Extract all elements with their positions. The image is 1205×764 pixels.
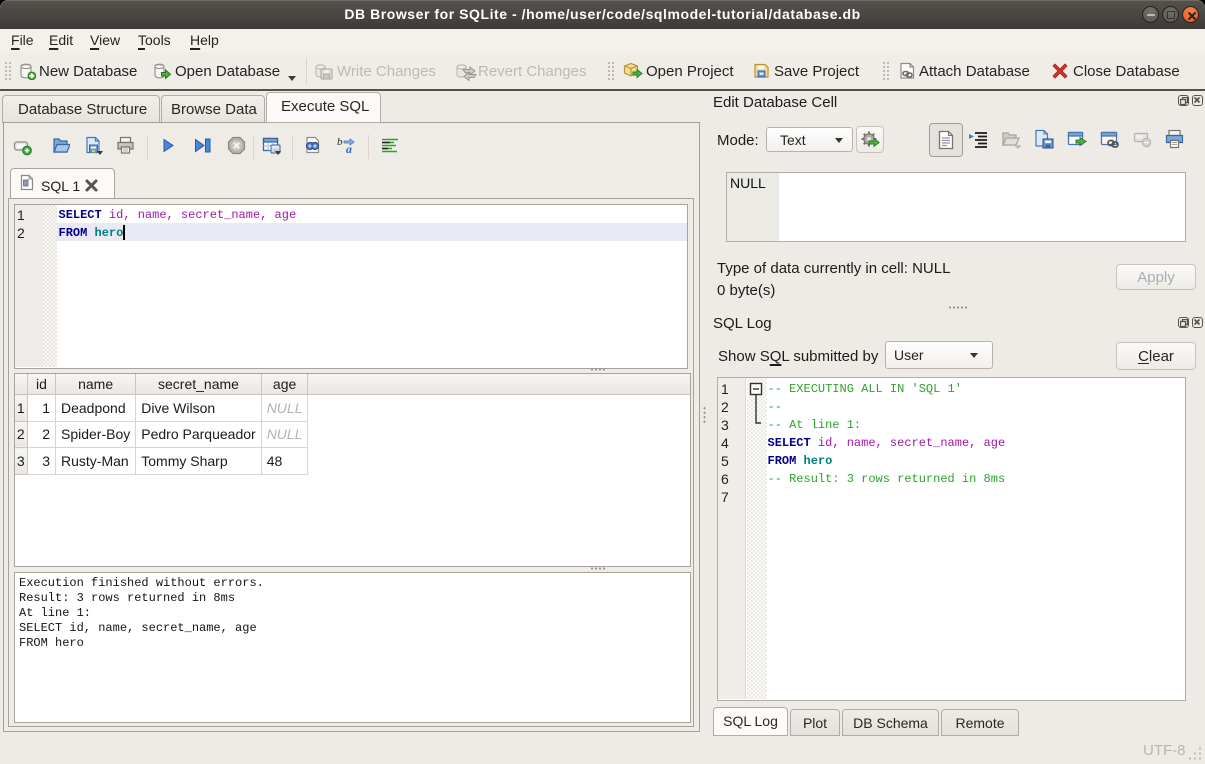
svg-text:b: b [337,136,343,148]
svg-text:a: a [346,142,352,155]
